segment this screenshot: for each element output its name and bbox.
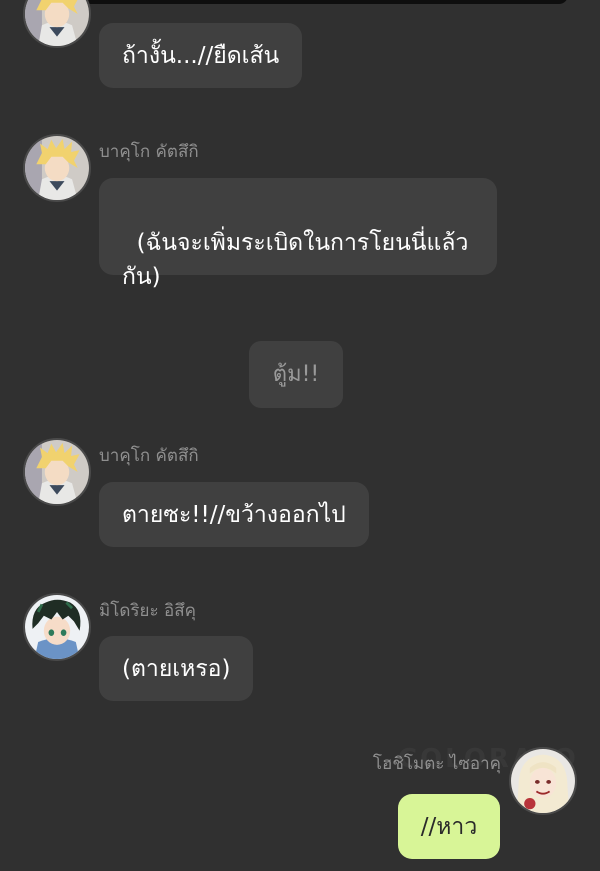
top-panel-edge — [40, 0, 568, 4]
message-text: (ตายเหรอ) — [122, 656, 231, 682]
midoriya-avatar[interactable] — [23, 593, 91, 661]
message-bubble[interactable]: ตายซะ!!//ขว้างออกไป — [99, 482, 369, 547]
sender-name: บาคุโก คัตสึกิ — [99, 446, 199, 466]
bakugo-avatar[interactable] — [23, 438, 91, 506]
bakugo-avatar[interactable] — [23, 0, 91, 48]
hoshimota-avatar[interactable] — [509, 747, 577, 815]
bakugo-avatar[interactable] — [23, 134, 91, 202]
system-message-text: ตู้ม!! — [272, 362, 320, 387]
my-message-bubble[interactable]: //หาว — [398, 794, 500, 859]
message-text: //หาว — [420, 814, 478, 840]
message-bubble[interactable]: ถ้างั้น...//ยืดเส้น — [99, 23, 303, 88]
message-text: ถ้างั้น...//ยืดเส้น — [122, 43, 280, 69]
message-bubble[interactable]: (ตายเหรอ) — [99, 636, 254, 701]
sender-name: โฮชิโมตะ ไซอาคุ — [372, 754, 501, 774]
sender-name: มิโดริยะ อิสึคุ — [99, 601, 196, 621]
system-message: ตู้ม!! — [249, 341, 343, 408]
message-bubble[interactable]: (ฉันจะเพิ่มระเบิดในการโยนนี่แล้ว กัน) — [99, 178, 497, 290]
message-text: ตายซะ!!//ขว้างออกไป — [122, 502, 346, 528]
message-text: (ฉันจะเพิ่มระเบิดในการโยนนี่แล้ว กัน) — [122, 230, 469, 290]
sender-name: บาคุโก คัตสึกิ — [99, 142, 199, 162]
